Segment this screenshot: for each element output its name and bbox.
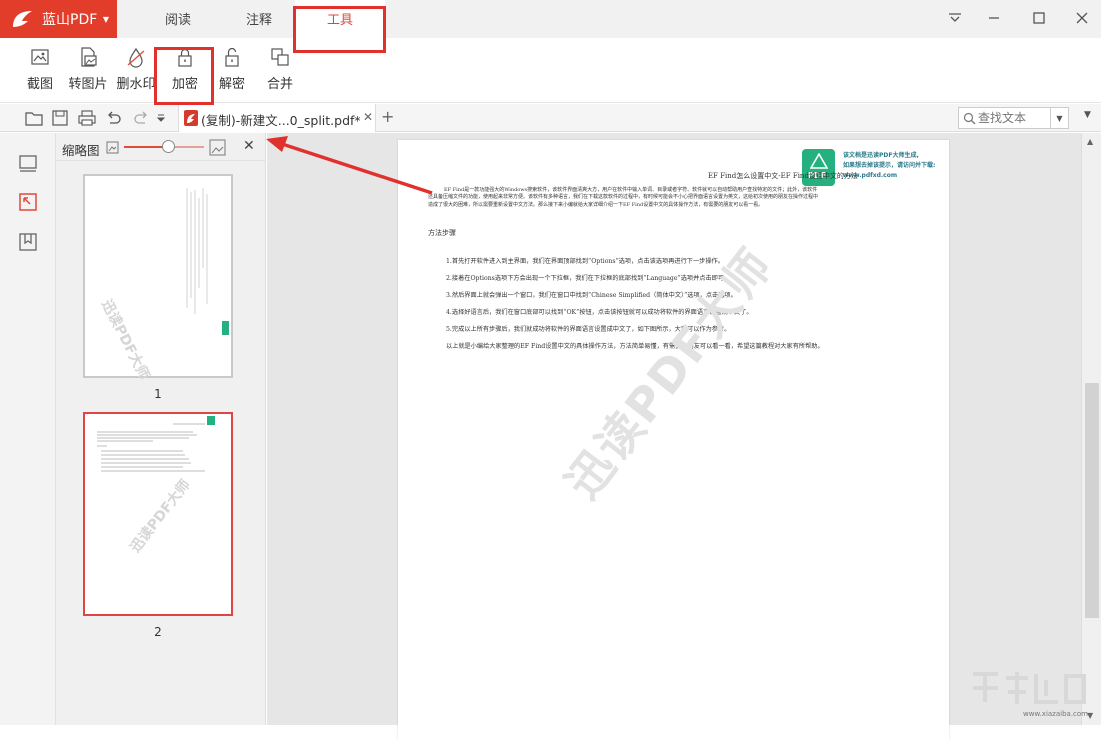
to-image-icon	[81, 47, 97, 67]
page-thumbnail-1[interactable]: 迅读PDF大师	[83, 174, 233, 383]
close-icon[interactable]	[1071, 7, 1093, 29]
add-tab-icon[interactable]: +	[381, 107, 394, 126]
document-tab-bar: (复制)-新建文...0_split.pdf* ✕ + ▼ ▼	[0, 104, 1101, 132]
tab-read[interactable]: 阅读	[143, 0, 213, 38]
zoom-out-icon[interactable]	[106, 141, 119, 154]
tabbar-more-icon[interactable]: ▼	[1084, 110, 1091, 120]
undo-icon[interactable]	[104, 109, 124, 127]
close-panel-icon[interactable]: ✕	[243, 138, 255, 154]
tools-tab-highlight-box	[293, 6, 386, 53]
convert-to-image-button[interactable]: 转图片	[63, 46, 113, 92]
app-logo-icon	[10, 8, 38, 30]
unlock-icon	[225, 47, 239, 67]
close-tab-icon[interactable]: ✕	[363, 110, 373, 124]
thumbnail-text-lines	[186, 188, 208, 314]
step-1: 1.首先打开软件进入到主界面，我们在界面顶部找到“Options”选项，点击该选…	[446, 258, 724, 265]
merge-icon	[271, 48, 289, 66]
document-title: EF Find怎么设置中文-EF Find设置中文的方法	[708, 172, 858, 180]
thumbnail-zoom-slider[interactable]	[124, 140, 204, 153]
page-view-icon[interactable]	[17, 153, 39, 175]
tab-annotate[interactable]: 注释	[224, 0, 294, 38]
document-view[interactable]: PDF 该文档是迅读PDF大师生成, 如果想去掉该提示，请访问并下载: www.…	[267, 133, 1081, 740]
search-icon	[963, 112, 976, 125]
slider-handle[interactable]	[162, 140, 175, 153]
open-folder-icon[interactable]	[24, 109, 44, 127]
thumbnail-title: 缩略图	[62, 143, 100, 158]
search-box[interactable]	[958, 107, 1052, 129]
page-thumbnail-2[interactable]: 迅读PDF大师	[83, 412, 233, 616]
pdf-page: PDF 该文档是迅读PDF大师生成, 如果想去掉该提示，请访问并下载: www.…	[398, 140, 949, 740]
step-2: 2.接着在Options选项下方会出现一个下拉框，我们在下拉框的底部找到“Lan…	[446, 275, 731, 282]
remove-watermark-icon	[127, 47, 145, 68]
site-watermark: www.xiazaiba.com	[968, 668, 1088, 718]
zoom-in-icon[interactable]	[209, 139, 226, 156]
vertical-scrollbar[interactable]: ▲ ▼	[1081, 133, 1101, 725]
save-icon[interactable]	[50, 109, 70, 127]
app-name: 蓝山PDF	[42, 12, 98, 28]
bookmark-icon[interactable]	[17, 231, 39, 253]
scroll-up-icon[interactable]: ▲	[1087, 137, 1093, 146]
pdf-file-icon	[184, 110, 198, 126]
thumbnail-header: 缩略图 ✕	[56, 133, 266, 161]
redo-icon[interactable]	[131, 109, 151, 127]
page-number-1: 1	[154, 387, 162, 401]
thumbnail-panel-icon[interactable]	[17, 191, 39, 213]
ribbon-collapse-icon[interactable]	[944, 7, 966, 29]
thumbnail-panel: 缩略图 ✕ 迅读PDF大师 1 迅读PDF大师 2	[56, 133, 266, 725]
site-logo-icon	[973, 672, 1086, 704]
minimize-icon[interactable]	[983, 7, 1005, 29]
quick-access-more-icon[interactable]	[155, 109, 167, 127]
document-intro: EF Find是一款功能强大的Windows搜索软件，该软件界面清爽大方，用户在…	[428, 187, 819, 208]
app-menu-button[interactable]: 蓝山PDF ▼	[0, 0, 117, 38]
maximize-icon[interactable]	[1028, 7, 1050, 29]
screenshot-button[interactable]: 截图	[15, 46, 65, 92]
decrypt-button[interactable]: 解密	[207, 46, 257, 92]
document-tab[interactable]: (复制)-新建文...0_split.pdf* ✕	[178, 104, 376, 132]
search-input[interactable]	[978, 108, 1052, 128]
search-options-dropdown[interactable]: ▼	[1051, 107, 1069, 129]
section-heading: 方法步骤	[428, 229, 456, 237]
thumbnail-watermark: 迅读PDF大师	[127, 476, 194, 556]
title-bar: 蓝山PDF ▼ 阅读 注释 工具	[0, 0, 1101, 38]
chevron-down-icon: ▼	[102, 15, 109, 24]
screenshot-icon	[31, 49, 49, 65]
conclusion: 以上就是小编给大家整理的EF Find设置中文的具体操作方法，方法简单易懂，有需…	[446, 343, 824, 350]
thumbnail-text-lines	[97, 423, 205, 472]
scrollbar-thumb[interactable]	[1085, 383, 1099, 618]
thumbnail-watermark: 迅读PDF大师	[98, 297, 153, 383]
encrypt-highlight-box	[154, 47, 214, 105]
page-number-2: 2	[154, 625, 162, 639]
thumbnail-badge	[222, 321, 229, 335]
pdf-logo-icon	[810, 153, 828, 169]
document-tab-label: (复制)-新建文...0_split.pdf*	[201, 113, 361, 128]
left-sidebar	[0, 133, 56, 725]
print-icon[interactable]	[77, 109, 97, 127]
